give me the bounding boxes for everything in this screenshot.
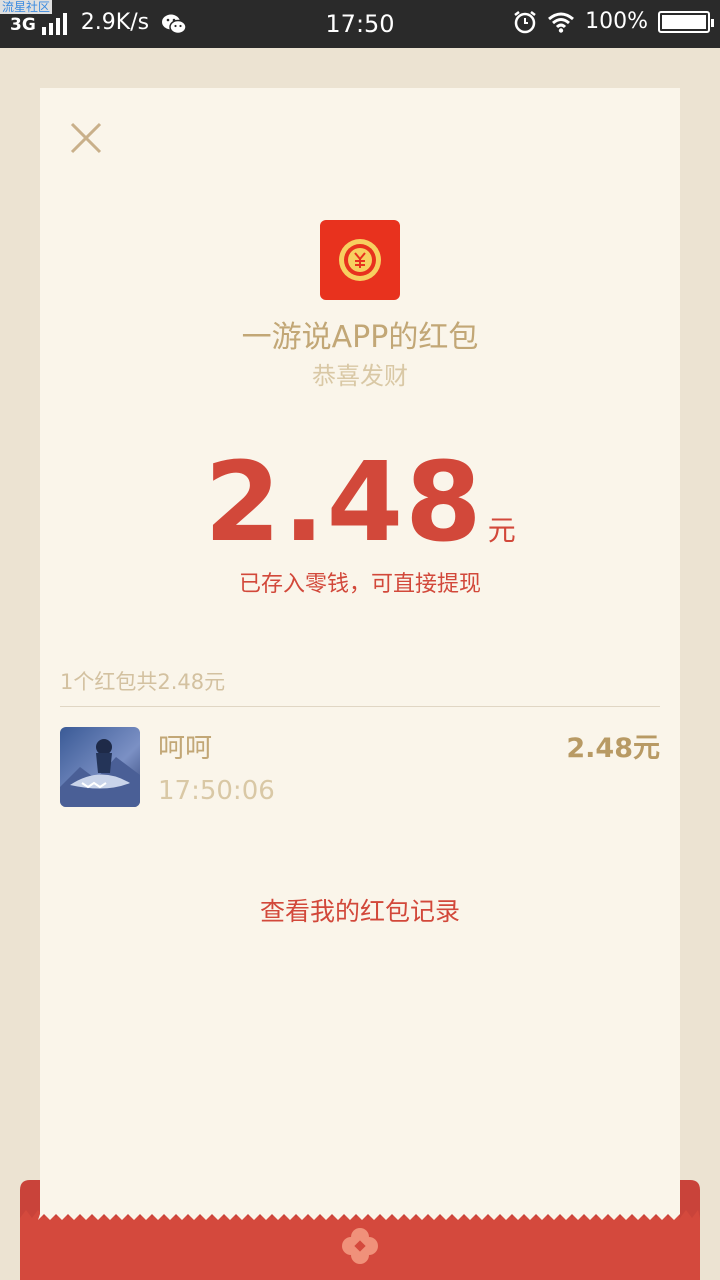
amount-value: 2.48	[204, 438, 484, 566]
red-packet-detail-card: 一游说APP的红包 恭喜发财 2.48 元 已存入零钱，可直接提现 1个红包共2.…	[40, 88, 680, 1218]
status-bar: 3G 2.9K/s 17:50 100%	[0, 0, 720, 48]
amount-display: 2.48 元	[40, 438, 680, 566]
card-torn-edge	[38, 1180, 680, 1220]
sender-name: 一游说APP的红包	[241, 320, 479, 355]
receiver-record-row[interactable]: 呵呵 17:50:06 2.48元	[60, 726, 660, 810]
received-time: 17:50:06	[158, 776, 275, 806]
red-packet-app-icon	[320, 220, 400, 300]
red-packet-footer	[20, 1180, 700, 1280]
receiver-name: 呵呵	[158, 733, 212, 764]
greeting-text: 恭喜发财	[312, 362, 408, 390]
received-amount: 2.48元	[566, 733, 660, 764]
watermark-label: 流星社区	[0, 0, 53, 14]
amount-unit: 元	[487, 514, 516, 547]
close-icon[interactable]	[66, 118, 106, 158]
status-right: 100%	[513, 9, 714, 34]
battery-icon	[658, 10, 714, 33]
deposit-note: 已存入零钱，可直接提现	[238, 572, 481, 597]
battery-percent: 100%	[585, 9, 648, 34]
packet-summary: 1个红包共2.48元	[60, 670, 226, 694]
battery-fill	[662, 14, 706, 29]
view-red-packet-history-link[interactable]: 查看我的红包记录	[40, 892, 680, 928]
wifi-icon	[548, 12, 575, 33]
avatar	[60, 727, 140, 807]
divider	[60, 706, 660, 707]
alarm-icon	[514, 10, 536, 33]
